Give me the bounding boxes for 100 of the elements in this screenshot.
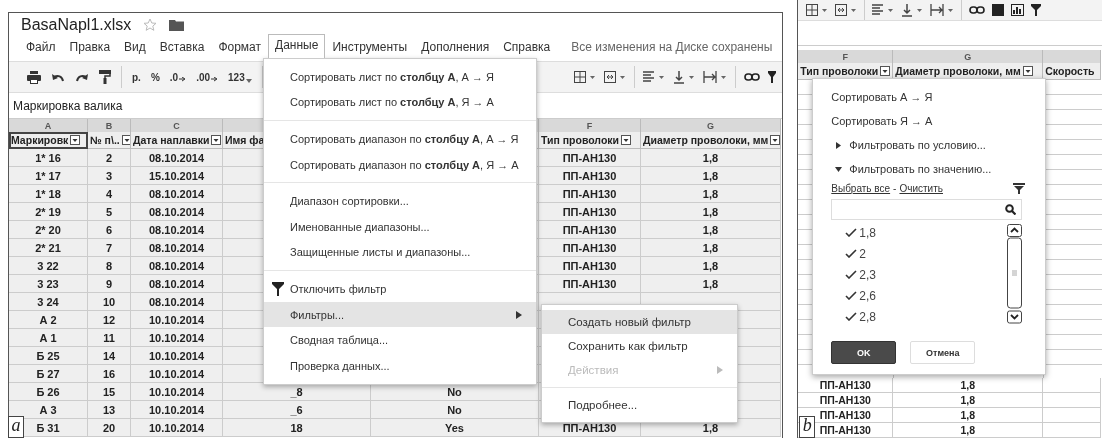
expander[interactable]: Фильтровать по значению... <box>831 157 992 181</box>
menu-item[interactable]: Вставка <box>152 36 212 58</box>
dropdown-icon[interactable] <box>211 135 222 145</box>
text-wrap-icon[interactable] <box>930 4 955 16</box>
menu-item[interactable]: Сортировать лист по столбцу А, Я → А <box>264 89 536 116</box>
toolbar-button[interactable]: р. <box>132 71 141 83</box>
menu-item[interactable]: Диапазон сортировки... <box>264 188 536 214</box>
table-cell: ПП-АН130 <box>798 393 894 408</box>
menu-item[interactable]: Сортировать диапазон по столбцу А, А → Я <box>264 126 536 152</box>
filter-icon[interactable] <box>1031 4 1042 16</box>
menu-item[interactable]: Формат <box>211 36 269 58</box>
cancel-button[interactable]: Отмена <box>910 341 976 364</box>
menu-item[interactable]: Дополнения <box>414 36 497 58</box>
filter-value[interactable]: 2 <box>845 243 866 264</box>
column-header[interactable]: G <box>893 50 1044 63</box>
menu-item[interactable]: Инструменты <box>325 36 415 58</box>
table-cell: 2 <box>88 149 131 167</box>
borders-icon[interactable] <box>806 4 829 16</box>
print-icon[interactable] <box>27 70 41 84</box>
table-cell: 1,8 <box>641 221 781 239</box>
star-icon[interactable] <box>143 17 158 32</box>
menu-item[interactable]: Данные <box>268 34 326 58</box>
column-title: Дата наплавки <box>133 134 210 146</box>
vertical-align-icon[interactable] <box>901 3 924 17</box>
borders-icon[interactable] <box>574 71 597 83</box>
link-icon[interactable] <box>969 6 986 14</box>
redo-icon[interactable] <box>75 72 89 82</box>
toolbar-button[interactable]: 123 <box>228 71 252 83</box>
menu-item[interactable]: Создать новый фильтр <box>542 310 737 334</box>
filter-icon[interactable] <box>768 71 777 83</box>
menu-item[interactable]: Сортировать А → Я <box>831 85 933 109</box>
select-all-link[interactable]: Выбрать все <box>831 183 891 194</box>
paint-format-icon[interactable] <box>99 70 111 84</box>
ok-button[interactable]: OK <box>831 341 897 364</box>
table-cell: 08.10.2014 <box>131 257 223 275</box>
chart-icon[interactable] <box>1011 4 1025 16</box>
clear-link[interactable]: Очистить <box>899 183 943 194</box>
link-icon[interactable] <box>744 73 761 81</box>
table-cell: ПП-АН130 <box>539 167 641 185</box>
table-cell: Б 25 <box>9 347 88 365</box>
column-header[interactable]: F <box>798 50 894 63</box>
column-title: Диаметр проволоки, мм <box>643 134 769 146</box>
scrollbar[interactable] <box>1007 224 1023 324</box>
expanded-triangle-icon <box>835 165 843 173</box>
menu-item[interactable]: Сортировать диапазон по столбцу А, Я → А <box>264 151 536 178</box>
table-cell: 1,8 <box>893 423 1044 438</box>
table-cell: 11 <box>88 329 131 347</box>
column-header[interactable]: A <box>9 119 88 132</box>
dropdown-icon[interactable] <box>880 66 891 76</box>
vertical-align-icon[interactable] <box>673 70 696 84</box>
menu-item[interactable]: Подробнее... <box>542 393 737 417</box>
menu-item[interactable]: Сохранить как фильтр <box>542 334 737 358</box>
align-left-icon[interactable] <box>643 71 666 83</box>
column-header[interactable]: B <box>88 119 131 132</box>
filter-value[interactable]: 2,3 <box>845 264 876 285</box>
filter-value[interactable]: 2,8 <box>845 306 876 327</box>
column-header[interactable]: C <box>131 119 223 132</box>
menu-item[interactable]: Именованные диапазоны... <box>264 213 536 240</box>
formula-field[interactable]: Маркировка валика <box>13 98 123 113</box>
dropdown-icon[interactable] <box>621 135 632 145</box>
save-status: Все изменения на Диске сохранены <box>571 40 773 56</box>
menu-item[interactable]: Файл <box>19 36 63 58</box>
column-header[interactable]: G <box>641 119 781 132</box>
menu-item[interactable]: Проверка данных... <box>264 352 536 379</box>
undo-icon[interactable] <box>51 72 65 82</box>
dropdown-icon[interactable] <box>70 135 81 145</box>
search-field[interactable] <box>831 199 1023 220</box>
comment-icon[interactable] <box>992 4 1005 16</box>
table-cell: 10.10.2014 <box>131 401 223 419</box>
table-cell: 08.10.2014 <box>131 293 223 311</box>
text-wrap-icon[interactable] <box>703 71 728 83</box>
merge-cells-icon[interactable] <box>604 71 627 83</box>
toolbar-button[interactable]: .00 <box>196 71 219 83</box>
menu-item[interactable]: Фильтры... <box>264 301 536 328</box>
filter-value[interactable]: 1,8 <box>845 222 876 243</box>
table-cell: 10.10.2014 <box>131 419 223 437</box>
expander[interactable]: Фильтровать по условию... <box>831 133 986 157</box>
dropdown-icon[interactable] <box>1022 66 1033 76</box>
menu-item[interactable]: Сортировать Я → А <box>831 109 933 133</box>
menu-item[interactable]: Защищенные листы и диапазоны... <box>264 239 536 266</box>
menu-item[interactable]: Отключить фильтр <box>264 276 536 302</box>
link-separator: - <box>893 183 897 194</box>
merge-cells-icon[interactable] <box>835 4 858 16</box>
table-cell: ПП-АН130 <box>539 275 641 293</box>
filter-icon[interactable] <box>1013 183 1026 194</box>
menu-item[interactable]: Справка <box>496 36 558 58</box>
filter-icon <box>272 281 284 296</box>
filter-value[interactable]: 2,6 <box>845 285 876 306</box>
menu-item[interactable]: Сортировать лист по столбцу А, А → Я <box>264 64 536 90</box>
table-cell: 1,8 <box>893 378 1044 393</box>
folder-icon[interactable] <box>169 18 185 31</box>
dropdown-icon[interactable] <box>770 135 780 145</box>
menu-item[interactable]: Сводная таблица... <box>264 327 536 353</box>
column-header[interactable]: F <box>539 119 641 132</box>
toolbar-button[interactable]: .0 <box>169 71 187 83</box>
menu-item[interactable]: Правка <box>62 36 118 58</box>
align-left-icon[interactable] <box>872 4 895 16</box>
table-cell: 1,8 <box>641 203 781 221</box>
menu-item[interactable]: Вид <box>117 36 153 58</box>
toolbar-button[interactable]: % <box>150 71 160 83</box>
